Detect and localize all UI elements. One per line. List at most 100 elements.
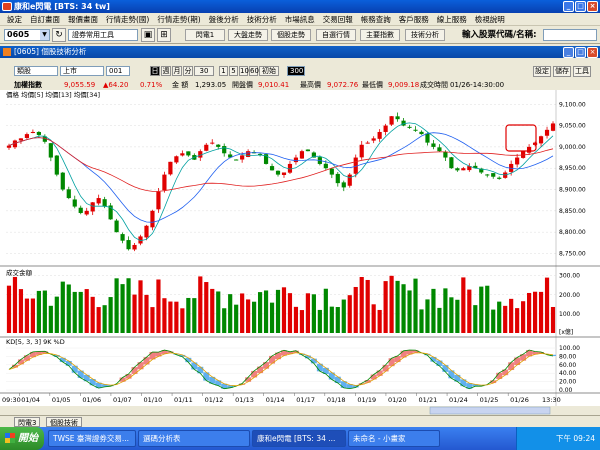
minute-button[interactable]: 5: [229, 66, 238, 76]
volume-bar: [150, 307, 155, 333]
volume-bar: [192, 298, 197, 333]
market-select[interactable]: 上市: [60, 66, 104, 76]
menu-item[interactable]: 交易回報: [319, 14, 357, 25]
taskbar-task[interactable]: 選碼分析表: [138, 430, 250, 447]
candle: [222, 146, 227, 154]
start-button[interactable]: 開始: [0, 427, 44, 450]
kd-fill: [137, 362, 144, 370]
toolbar-button[interactable]: 自選行情: [316, 29, 356, 41]
maximize-button[interactable]: □: [575, 47, 586, 58]
main-legend: 價格 均價[5] 均價[13] 均價[34]: [6, 90, 100, 99]
stock-input[interactable]: [543, 29, 597, 41]
volume-bar: [425, 299, 430, 333]
kd-fill: [442, 365, 449, 372]
grid-icon[interactable]: ⊞: [157, 28, 171, 42]
candle: [66, 189, 71, 199]
volume-bar: [527, 292, 532, 333]
bottom-tab[interactable]: 閃電3: [14, 417, 41, 427]
menu-item[interactable]: 線上服務: [433, 14, 471, 25]
menu-item[interactable]: 行情走勢(國): [102, 14, 153, 25]
candle: [18, 138, 24, 141]
high-value: 9,072.76: [327, 81, 359, 89]
toolbar-button[interactable]: 大盤走勢: [228, 29, 268, 41]
type-select[interactable]: 類股: [14, 66, 58, 76]
volume-bar: [216, 291, 221, 333]
minimize-button[interactable]: _: [563, 47, 574, 58]
period-button[interactable]: 日: [150, 66, 160, 76]
volume-bar: [538, 291, 544, 333]
minute-button[interactable]: 1: [219, 66, 228, 76]
minute-button[interactable]: 初始: [259, 66, 279, 76]
menu-item[interactable]: 市場訊息: [281, 14, 319, 25]
candle: [54, 155, 59, 175]
start-label: 開始: [18, 433, 38, 444]
volume-bar: [24, 298, 30, 333]
toolbar-button[interactable]: 個股走勢: [271, 29, 311, 41]
menu-item[interactable]: 檢視說明: [471, 14, 509, 25]
volume-bar: [162, 298, 167, 333]
menu-item[interactable]: 技術分析: [243, 14, 281, 25]
taskbar-task[interactable]: TWSE 臺灣證券交易...: [48, 430, 136, 447]
close-button[interactable]: ×: [587, 1, 598, 12]
volume-bar: [413, 278, 418, 333]
volume-bar: [174, 301, 179, 333]
candle: [216, 144, 221, 147]
windows-logo-icon: [5, 433, 15, 443]
volume-bar: [90, 296, 95, 333]
chart-action-button[interactable]: 設定: [533, 66, 551, 77]
taskbar: 開始 TWSE 臺灣證券交易... 選碼分析表 康和e閃電 [BTS: 34 ...…: [0, 427, 600, 450]
candle: [234, 159, 239, 161]
candle: [24, 134, 30, 138]
minimize-button[interactable]: _: [563, 1, 574, 12]
kd-fill: [71, 365, 78, 373]
menu-item[interactable]: 客戶服務: [395, 14, 433, 25]
index-price: 9,055.59: [64, 81, 96, 89]
toolbar-button[interactable]: 技術分析: [405, 29, 445, 41]
scrollbar-thumb[interactable]: [429, 406, 551, 415]
x-tick-label: 01/06: [82, 396, 101, 404]
candle: [431, 143, 436, 147]
maximize-button[interactable]: □: [575, 1, 586, 12]
period-button[interactable]: 30: [194, 66, 214, 76]
code-select[interactable]: 001: [106, 66, 130, 76]
close-button[interactable]: ×: [587, 47, 598, 58]
chart-action-button[interactable]: 工具: [573, 66, 591, 77]
period-button[interactable]: 分: [183, 66, 193, 76]
count-field[interactable]: 300: [287, 66, 305, 76]
chart-action-button[interactable]: 儲存: [553, 66, 571, 77]
minute-button[interactable]: 10: [239, 66, 249, 76]
app-icon: [2, 2, 12, 11]
menu-item[interactable]: 自訂畫面: [26, 14, 64, 25]
volume-bar: [305, 293, 310, 333]
volume-bar: [269, 302, 275, 333]
menu-item[interactable]: 行情走勢(期): [153, 14, 204, 25]
period-button[interactable]: 月: [172, 66, 182, 76]
candle: [60, 172, 65, 190]
bottom-tab[interactable]: 個股技術: [46, 417, 82, 427]
chevron-down-icon[interactable]: ▼: [40, 30, 49, 40]
menu-item[interactable]: 盤後分析: [205, 14, 243, 25]
candle: [72, 199, 77, 207]
technical-chart[interactable]: 價格 均價[5] 均價[13] 均價[34] 9,100.00 9,050.00 9,…: [0, 90, 600, 415]
menu-item[interactable]: 報價畫面: [64, 14, 102, 25]
taskbar-task[interactable]: 未命名 - 小畫家: [348, 430, 440, 447]
taskbar-task[interactable]: 康和e閃電 [BTS: 34 ...: [252, 430, 346, 447]
toolbar-button[interactable]: 主要指數: [360, 29, 400, 41]
open-value: 9,010.41: [258, 81, 290, 89]
chart-area[interactable]: 價格 均價[5] 均價[13] 均價[34] 9,100.00 9,050.00 9,…: [0, 90, 600, 415]
candle: [305, 149, 310, 152]
toolbar-button[interactable]: 閃電1: [185, 29, 225, 41]
minute-button[interactable]: 60: [249, 66, 259, 76]
candle: [538, 136, 544, 144]
menu-item[interactable]: 設定: [3, 14, 26, 25]
stock-code-select[interactable]: 0605 ▼: [4, 29, 50, 41]
y-tick-label: 9,100.00: [559, 101, 586, 108]
tool-select[interactable]: 證券常用工具: [68, 29, 138, 41]
monitor-icon[interactable]: ▣: [141, 28, 155, 42]
menu-item[interactable]: 帳務查詢: [357, 14, 395, 25]
x-tick-label: 01/26: [510, 396, 529, 404]
volume-bar: [503, 305, 508, 333]
period-button[interactable]: 週: [161, 66, 171, 76]
refresh-icon[interactable]: ↻: [52, 28, 66, 42]
chart-window-title: [0605] 個股技術分析 _ □ ×: [0, 46, 600, 58]
